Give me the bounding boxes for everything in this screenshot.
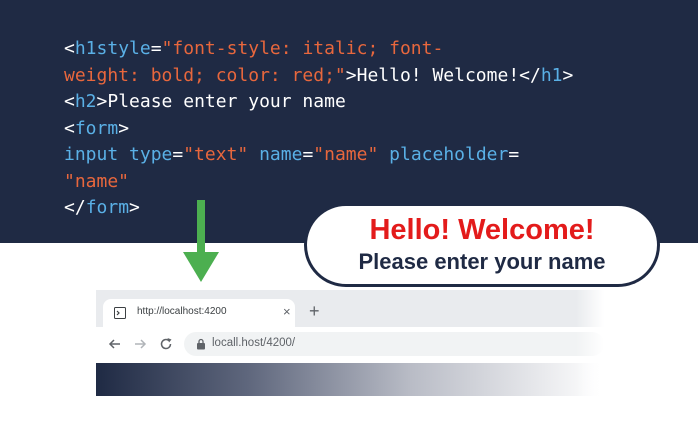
code-token-text: =	[508, 144, 520, 165]
terminal-icon	[114, 307, 126, 319]
browser-toolbar: locall.host/4200/	[96, 327, 604, 363]
code-token-text: >	[118, 117, 130, 139]
code-token-attr: style	[96, 38, 151, 59]
edge-fade	[576, 290, 604, 396]
code-token-attr: type	[118, 144, 173, 165]
browser-tab[interactable]: http://localhost:4200 ×	[103, 299, 295, 327]
preview-heading-h1: Hello! Welcome!	[369, 214, 595, 246]
code-token-text: >	[562, 64, 574, 86]
tab-title: http://localhost:4200	[137, 306, 227, 317]
code-line: <form>	[64, 116, 573, 143]
code-token-tag: form	[74, 117, 119, 139]
close-icon[interactable]: ×	[283, 304, 291, 320]
code-token-str: "name"	[64, 170, 130, 192]
code-token-text: =	[302, 144, 314, 165]
code-token-tag: h1	[540, 64, 563, 86]
code-token-text: <	[64, 91, 75, 112]
code-block: <h1style="font-style: italic; font-weigh…	[64, 36, 573, 222]
code-token-text: <	[64, 38, 75, 59]
code-token-tag: h1	[74, 38, 97, 59]
code-token-tag: input	[64, 144, 119, 165]
code-token-text: <	[64, 117, 75, 139]
new-tab-button[interactable]: +	[309, 302, 320, 320]
code-token-tag: form	[85, 197, 130, 218]
code-line: "name"	[64, 169, 573, 196]
lock-icon	[197, 338, 205, 350]
reload-icon[interactable]	[159, 337, 173, 351]
code-token-str: weight: bold; color: red;"	[64, 64, 346, 86]
code-token-str: "font-style: italic; font-	[161, 38, 444, 59]
code-line: weight: bold; color: red;">Hello! Welcom…	[64, 63, 573, 90]
url-text: locall.host/4200/	[212, 337, 296, 349]
back-arrow-icon[interactable]	[108, 337, 122, 351]
code-token-text: =	[150, 38, 162, 59]
code-token-attr: placeholder	[378, 144, 509, 165]
code-token-text: >	[129, 197, 140, 218]
code-token-tag: h2	[74, 91, 97, 112]
code-line: <h1style="font-style: italic; font-	[64, 36, 573, 63]
preview-heading-h2: Please enter your name	[358, 249, 606, 274]
down-arrow-icon	[183, 200, 219, 282]
address-bar[interactable]: locall.host/4200/	[184, 332, 604, 356]
code-line: input type="text" name="name" placeholde…	[64, 142, 573, 169]
code-token-str: "name"	[313, 144, 379, 165]
code-token-attr: name	[248, 144, 303, 165]
code-token-text: =	[172, 144, 184, 165]
rendered-preview-bubble: Hello! Welcome! Please enter your name	[304, 203, 660, 287]
code-token-text: </	[64, 197, 86, 218]
code-token-text: >Please enter your name	[96, 91, 346, 112]
code-token-str: "text"	[183, 144, 249, 165]
code-token-text: >Hello! Welcome!</	[345, 64, 541, 86]
forward-arrow-icon[interactable]	[133, 337, 147, 351]
page-viewport	[96, 363, 604, 396]
code-line: <h2>Please enter your name	[64, 89, 573, 116]
browser-window: http://localhost:4200 × + locall.host/42…	[96, 290, 604, 396]
